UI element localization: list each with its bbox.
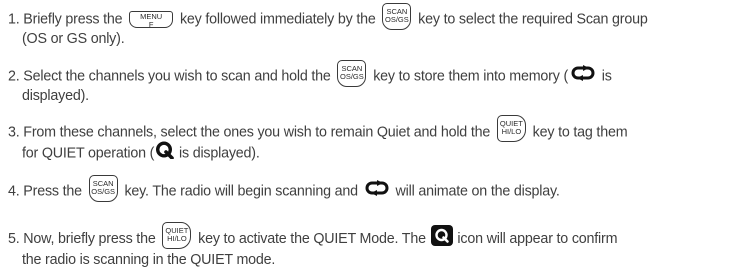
step-5-text-d: the radio is scanning in the QUIET mode. [22,252,276,269]
step-5-line-2: the radio is scanning in the QUIET mode. [22,249,275,271]
step-2-text-d: displayed). [22,88,89,105]
scan-key-icon: SCAN OS/GS [337,60,367,87]
step-5-text-c: icon will appear to confirm [457,231,618,247]
step-1-text-b: key followed immediately by the [179,11,376,28]
step-3-text-b: key to tag them [532,124,628,141]
step-3-line-2: for QUIET operation ( is displayed). [22,141,260,163]
step-2-line-1: 2. Select the channels you wish to scan … [8,60,612,88]
step-4-line-1: 4. Press the SCAN OS/GS key. The radio wi… [8,175,560,203]
step-5-line-1: 5. Now, briefly press the QUIET HI/LO key… [8,221,618,249]
step-1-line-2: (OS or GS only). [22,28,125,50]
step-2-text-c: is [601,68,612,85]
scan-cycle-icon [569,65,597,88]
step-4-text-b: key. The radio will begin scanning and [124,183,358,200]
step-2-text-b: key to store them into memory ( [373,68,569,85]
step-2-text-a: 2. Select the channels you wish to scan … [8,68,331,85]
quiet-q-icon [155,141,175,166]
quiet-key-icon: QUIET HI/LO [162,221,192,249]
scan-key-icon: SCAN OS/GS [88,175,118,202]
step-4-text-a: 4. Press the [8,183,82,200]
step-3-text-d: is displayed). [179,145,260,162]
step-5-text-b: key to activate the QUIET Mode. The [198,231,426,247]
scan-key-icon: SCAN OS/GS [382,3,412,30]
quiet-box-icon [430,225,453,253]
step-1-text-d: (OS or GS only). [22,31,125,48]
step-3-text-c: for QUIET operation ( [22,145,155,162]
step-1-text-a: 1. Briefly press the [8,11,123,28]
step-1-line-1: 1. Briefly press the MENU F key followed … [8,3,648,30]
step-3-line-1: 3. From these channels, select the ones … [8,115,628,142]
quiet-key-icon: QUIET HI/LO [496,115,526,142]
step-2-line-2: displayed). [22,85,89,107]
step-5-text-a: 5. Now, briefly press the [8,231,156,247]
step-4-text-c: will animate on the display. [395,183,560,200]
menu-key-icon: MENU F [129,11,174,29]
step-3-text-a: 3. From these channels, select the ones … [8,124,491,141]
step-1-text-c: key to select the required Scan group [418,11,648,28]
scan-cycle-icon [363,180,391,203]
